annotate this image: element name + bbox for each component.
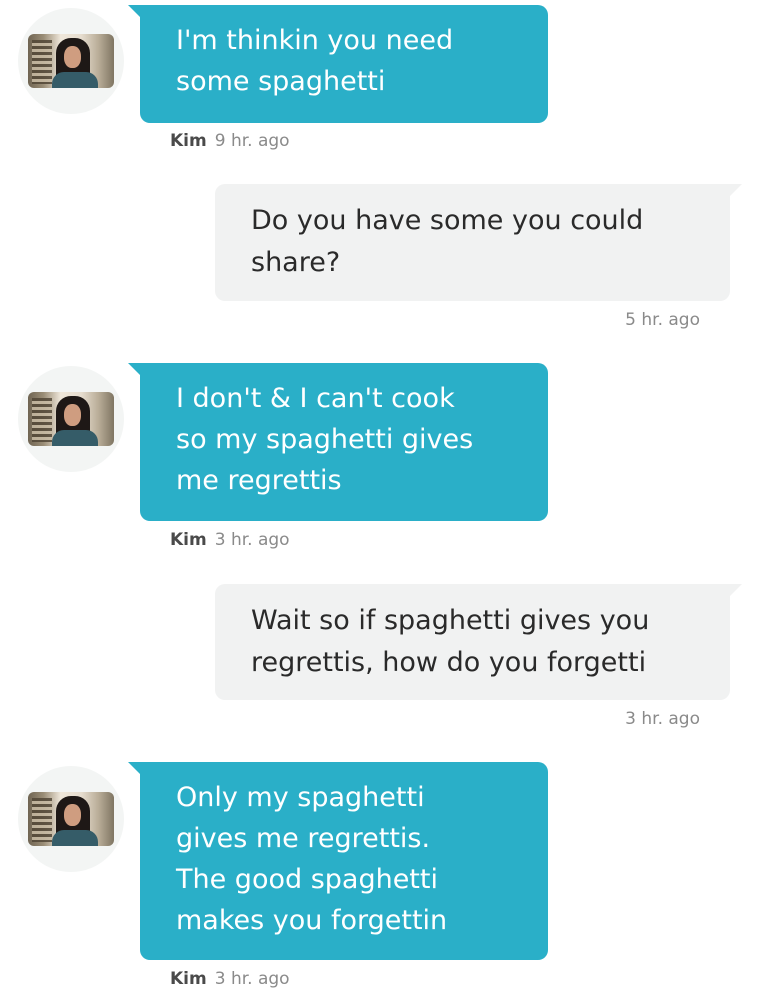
message-text-line: makes you forgettin xyxy=(176,905,448,936)
message-text-line: The good spaghetti xyxy=(176,864,438,895)
message-meta: Kim 9 hr. ago xyxy=(170,131,290,151)
message-text-line: regrettis, how do you forgetti xyxy=(251,647,647,678)
outgoing-message-bubble[interactable]: Do you have some you could share? xyxy=(215,184,742,301)
message-text-line: so my spaghetti gives xyxy=(176,424,474,455)
kim-avatar[interactable] xyxy=(18,8,124,114)
message-text-line: Only my spaghetti xyxy=(176,782,425,813)
message-text-line: I don't & I can't cook xyxy=(176,383,455,414)
message-text-line: gives me regrettis. xyxy=(176,823,431,854)
sender-name: Kim xyxy=(170,969,207,989)
message-text-line: I'm thinkin you need xyxy=(176,25,454,56)
profile-photo-icon xyxy=(28,34,114,88)
profile-photo-icon xyxy=(28,392,114,446)
kim-avatar[interactable] xyxy=(18,366,124,472)
message-timestamp: 9 hr. ago xyxy=(214,131,290,151)
message-meta: Kim 3 hr. ago xyxy=(170,969,290,989)
message-text-line: Do you have some you could xyxy=(251,205,644,236)
message-timestamp: 3 hr. ago xyxy=(625,709,700,729)
kim-avatar[interactable] xyxy=(18,766,124,872)
message-text-line: me regrettis xyxy=(176,465,342,496)
outgoing-message-bubble[interactable]: Wait so if spaghetti gives you regrettis… xyxy=(215,584,742,700)
message-timestamp: 3 hr. ago xyxy=(214,969,290,989)
message-text-line: share? xyxy=(251,247,341,278)
message-text-line: some spaghetti xyxy=(176,66,386,97)
incoming-message-bubble[interactable]: I'm thinkin you need some spaghetti xyxy=(128,5,548,123)
message-meta: Kim 3 hr. ago xyxy=(170,530,290,550)
sender-name: Kim xyxy=(170,131,207,151)
message-text-line: Wait so if spaghetti gives you xyxy=(251,605,650,636)
sender-name: Kim xyxy=(170,530,207,550)
message-timestamp: 5 hr. ago xyxy=(625,310,700,330)
incoming-message-bubble[interactable]: Only my spaghetti gives me regrettis. Th… xyxy=(128,762,548,960)
message-timestamp: 3 hr. ago xyxy=(214,530,290,550)
incoming-message-bubble[interactable]: I don't & I can't cook so my spaghetti g… xyxy=(128,363,548,521)
profile-photo-icon xyxy=(28,792,114,846)
